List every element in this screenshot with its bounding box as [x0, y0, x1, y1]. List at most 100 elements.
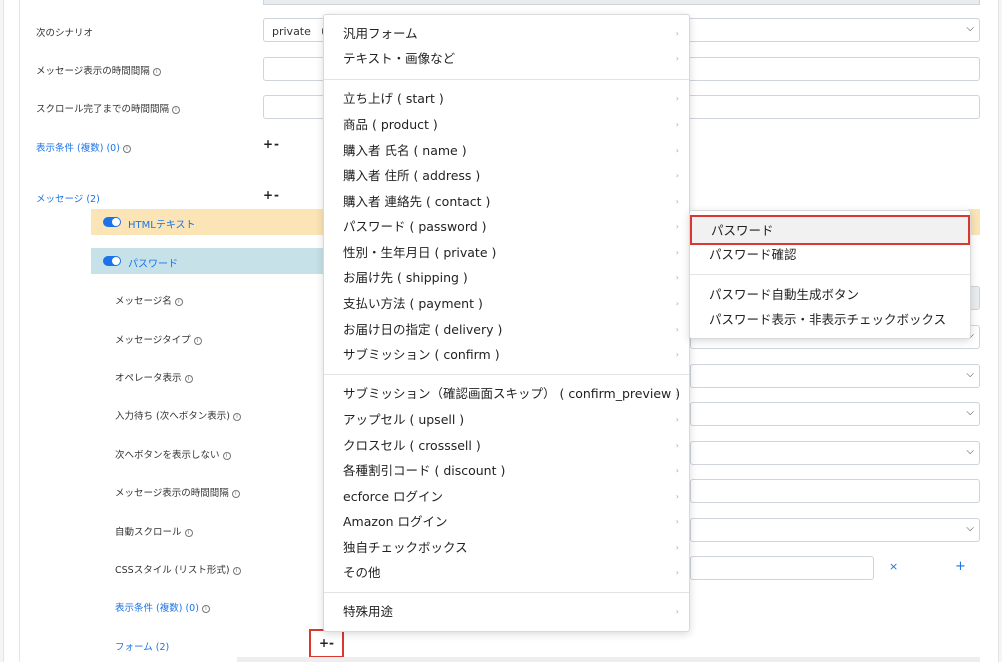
menu-item-contact[interactable]: 購入者 連絡先 ( contact ) › [324, 190, 689, 214]
chevron-right-icon: › [675, 607, 679, 616]
menu-item-label: サブミッション ( confirm ) [343, 347, 500, 362]
chevron-right-icon: › [675, 350, 679, 359]
display-conditions-plus-minus[interactable]: +- [263, 137, 280, 151]
hide-next-label: 次へボタンを表示しない i [115, 447, 231, 461]
menu-item-label: サブミッション（確認画面スキップ） ( confirm_preview ) [343, 386, 681, 401]
message-type-label: メッセージタイプ i [115, 332, 202, 346]
html-text-bar-label: HTMLテキスト [128, 220, 196, 231]
message-type-text: メッセージタイプ [115, 335, 191, 346]
chevron-right-icon: › [675, 54, 679, 63]
chevron-right-icon: › [675, 197, 679, 206]
menu-item-password[interactable]: パスワード ( password ) › [324, 215, 689, 239]
menu-item-text-image[interactable]: テキスト・画像など › [324, 47, 689, 71]
form-type-menu: 汎用フォーム › テキスト・画像など › 立ち上げ ( start ) › 商品 ( … [323, 14, 690, 632]
message-interval2-input[interactable] [690, 479, 980, 503]
chevron-right-icon: › [675, 222, 679, 231]
input-wait-text: 入力待ち (次へボタン表示) [115, 411, 230, 422]
chevron-right-icon: › [675, 389, 679, 398]
info-icon: i [152, 67, 161, 76]
message-bar-password[interactable] [91, 248, 323, 274]
menu-item-confirm[interactable]: サブミッション ( confirm ) › [324, 343, 689, 367]
menu-item-label: 商品 ( product ) [343, 117, 438, 132]
menu-item-confirm-preview[interactable]: サブミッション（確認画面スキップ） ( confirm_preview ) › [324, 382, 689, 406]
submenu-item-password-confirm[interactable]: パスワード確認 [690, 242, 970, 267]
info-icon: i [122, 144, 131, 153]
messages-link[interactable]: メッセージ (2) [36, 191, 100, 205]
menu-item-other[interactable]: その他 › [324, 561, 689, 585]
submenu-item-password[interactable]: パスワード [690, 215, 970, 245]
remove-css-button[interactable]: × [889, 560, 898, 573]
display-conditions-link[interactable]: 表示条件 (複数) (0) i [36, 140, 131, 154]
menu-item-label: 各種割引コード ( discount ) [343, 463, 506, 478]
menu-item-label: パスワード ( password ) [343, 219, 487, 234]
auto-scroll-select[interactable]: ⌵ [690, 518, 980, 542]
chevron-down-icon: ⌵ [966, 369, 974, 380]
chevron-right-icon: › [675, 171, 679, 180]
menu-item-payment[interactable]: 支払い方法 ( payment ) › [324, 292, 689, 316]
input-wait-label: 入力待ち (次へボタン表示) i [115, 408, 241, 422]
forms-link[interactable]: フォーム (2) [115, 639, 169, 653]
auto-scroll-text: 自動スクロール [115, 527, 182, 538]
top-readonly-field [263, 0, 980, 5]
menu-item-start[interactable]: 立ち上げ ( start ) › [324, 87, 689, 111]
menu-item-private[interactable]: 性別・生年月日 ( private ) › [324, 241, 689, 265]
css-style-text: CSSスタイル (リスト形式) [115, 565, 230, 576]
add-css-button[interactable]: + [955, 559, 966, 574]
menu-item-discount[interactable]: 各種割引コード ( discount ) › [324, 459, 689, 483]
operator-display-label: オペレータ表示 i [115, 370, 193, 384]
chevron-right-icon: › [675, 299, 679, 308]
chevron-down-icon: ⌵ [966, 23, 974, 34]
chevron-down-icon: ⌵ [966, 446, 974, 457]
hide-next-select[interactable]: ⌵ [690, 441, 980, 465]
menu-item-label: 購入者 氏名 ( name ) [343, 143, 467, 158]
menu-item-upsell[interactable]: アップセル ( upsell ) › [324, 408, 689, 432]
submenu-item-password-generate[interactable]: パスワード自動生成ボタン [690, 282, 970, 307]
menu-item-product[interactable]: 商品 ( product ) › [324, 113, 689, 137]
menu-item-label: クロスセル ( crosssell ) [343, 438, 481, 453]
menu-item-label: 支払い方法 ( payment ) [343, 296, 483, 311]
css-style-input[interactable] [690, 556, 874, 580]
menu-item-label: 購入者 住所 ( address ) [343, 168, 481, 183]
menu-item-name[interactable]: 購入者 氏名 ( name ) › [324, 139, 689, 163]
message-bar-html-text[interactable] [91, 209, 323, 235]
info-icon: i [201, 604, 210, 613]
scroll-interval-label: スクロール完了までの時間間隔 i [36, 101, 181, 115]
submenu-item-password-visibility[interactable]: パスワード表示・非表示チェックボックス [690, 307, 970, 332]
menu-item-label: 性別・生年月日 ( private ) [343, 245, 497, 260]
menu-item-label: その他 [343, 565, 381, 580]
operator-display-text: オペレータ表示 [115, 373, 182, 384]
chevron-right-icon: › [675, 120, 679, 129]
message-interval-label: メッセージ表示の時間間隔 i [36, 63, 161, 77]
password-submenu: パスワード パスワード確認 パスワード自動生成ボタン パスワード表示・非表示チェ… [689, 210, 971, 339]
chevron-right-icon: › [675, 466, 679, 475]
info-icon: i [172, 105, 181, 114]
password-toggle[interactable] [103, 256, 121, 266]
password-bar-label: パスワード [128, 259, 178, 270]
menu-item-delivery[interactable]: お届け日の指定 ( delivery ) › [324, 318, 689, 342]
html-text-toggle[interactable] [103, 217, 121, 227]
messages-plus-minus[interactable]: +- [263, 188, 280, 202]
menu-item-label: お届け日の指定 ( delivery ) [343, 322, 503, 337]
menu-item-address[interactable]: 購入者 住所 ( address ) › [324, 164, 689, 188]
menu-item-special[interactable]: 特殊用途 › [324, 600, 689, 624]
operator-display-select[interactable]: ⌵ [690, 364, 980, 388]
menu-item-ecforce-login[interactable]: ecforce ログイン › [324, 485, 689, 509]
message-interval2-label: メッセージ表示の時間間隔 i [115, 485, 240, 499]
menu-item-label: 購入者 連絡先 ( contact ) [343, 194, 491, 209]
menu-item-label: 特殊用途 [343, 604, 394, 619]
info-icon: i [174, 297, 183, 306]
menu-item-crosssell[interactable]: クロスセル ( crosssell ) › [324, 434, 689, 458]
menu-item-shipping[interactable]: お届け先 ( shipping ) › [324, 266, 689, 290]
chevron-right-icon: › [675, 441, 679, 450]
menu-item-amazon-login[interactable]: Amazon ログイン › [324, 510, 689, 534]
message-interval-text: メッセージ表示の時間間隔 [36, 66, 150, 77]
chevron-right-icon: › [675, 325, 679, 334]
menu-item-custom-checkbox[interactable]: 独自チェックボックス › [324, 536, 689, 560]
menu-item-generic-form[interactable]: 汎用フォーム › [324, 22, 689, 46]
display-conditions2-link[interactable]: 表示条件 (複数) (0) i [115, 600, 210, 614]
input-wait-select[interactable]: ⌵ [690, 402, 980, 426]
menu-separator [324, 374, 689, 375]
forms-plus-minus-button[interactable]: +- [309, 629, 344, 658]
menu-item-label: ecforce ログイン [343, 489, 444, 504]
next-scenario-value: private （f [272, 25, 330, 38]
